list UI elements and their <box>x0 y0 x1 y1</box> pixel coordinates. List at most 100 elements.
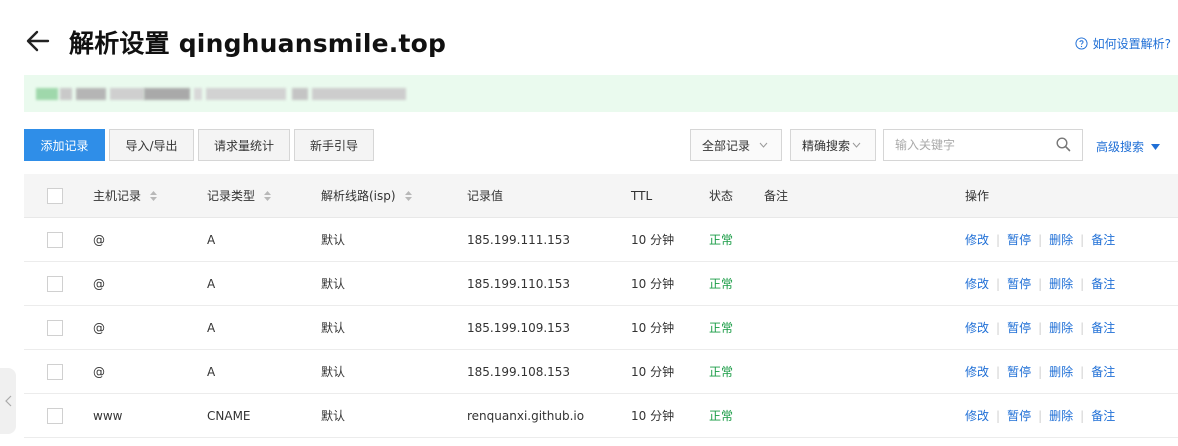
row-checkbox[interactable] <box>47 232 63 248</box>
cell-line: 默认 <box>321 365 346 379</box>
row-actions: 修改 | 暂停 | 删除 | 备注 <box>965 394 1115 437</box>
action-edit-link[interactable]: 修改 <box>965 231 989 248</box>
redacted-text <box>110 88 144 100</box>
cell-value: renquanxi.github.io <box>467 408 585 423</box>
table-row: @ A 默认 185.199.110.153 10 分钟 正常 修改 | 暂停 | 删除 | 备注 <box>24 262 1178 306</box>
cell-value: 185.199.109.153 <box>467 320 571 335</box>
cell-status: 正常 <box>709 409 734 423</box>
search-icon[interactable] <box>1056 137 1071 152</box>
action-pause-link[interactable]: 暂停 <box>1007 231 1031 248</box>
search-input[interactable] <box>883 129 1083 161</box>
record-filter-select[interactable]: 全部记录 <box>690 129 782 161</box>
action-separator: | <box>996 232 1001 247</box>
action-separator: | <box>1080 320 1085 335</box>
action-delete-link[interactable]: 删除 <box>1049 407 1073 424</box>
action-edit-link[interactable]: 修改 <box>965 407 989 424</box>
header-actions: 操作 <box>965 189 990 203</box>
select-all-checkbox[interactable] <box>47 188 63 204</box>
advanced-search-link[interactable]: 高级搜索 <box>1096 138 1161 155</box>
header-ttl: TTL <box>631 188 653 203</box>
action-remark-link[interactable]: 备注 <box>1091 319 1115 336</box>
cell-ttl: 10 分钟 <box>631 321 675 335</box>
table-row: www CNAME 默认 renquanxi.github.io 10 分钟 正常 修改 | 暂… <box>24 394 1178 438</box>
search-mode-value: 精确搜索 <box>802 138 851 153</box>
row-checkbox[interactable] <box>47 320 63 336</box>
record-filter-value: 全部记录 <box>702 138 751 153</box>
cell-status: 正常 <box>709 277 734 291</box>
notice-banner <box>24 75 1178 112</box>
action-delete-link[interactable]: 删除 <box>1049 275 1073 292</box>
cell-type: A <box>207 364 216 379</box>
beginner-guide-button[interactable]: 新手引导 <box>294 129 374 161</box>
question-circle-icon <box>1075 37 1088 50</box>
header-type[interactable]: 记录类型 <box>207 174 272 217</box>
sort-icon[interactable] <box>263 190 272 202</box>
action-remark-link[interactable]: 备注 <box>1091 363 1115 380</box>
back-arrow-icon[interactable] <box>24 27 52 55</box>
redacted-text <box>60 88 72 100</box>
cell-type: A <box>207 276 216 291</box>
cell-ttl: 10 分钟 <box>631 365 675 379</box>
chevron-left-icon <box>4 395 11 407</box>
action-pause-link[interactable]: 暂停 <box>1007 407 1031 424</box>
header-line-label: 解析线路(isp) <box>321 189 396 203</box>
import-export-button[interactable]: 导入/导出 <box>109 129 194 161</box>
action-edit-link[interactable]: 修改 <box>965 363 989 380</box>
cell-type: A <box>207 320 216 335</box>
cell-ttl: 10 分钟 <box>631 409 675 423</box>
action-remark-link[interactable]: 备注 <box>1091 231 1115 248</box>
cell-host: @ <box>93 276 105 291</box>
row-checkbox[interactable] <box>47 276 63 292</box>
dns-settings-page: 解析设置 qinghuansmile.top 如何设置解析? 添加记录 导入/导… <box>0 0 1178 446</box>
action-edit-link[interactable]: 修改 <box>965 275 989 292</box>
action-separator: | <box>1038 276 1043 291</box>
cell-status: 正常 <box>709 233 734 247</box>
redacted-text <box>76 88 106 100</box>
cell-host: @ <box>93 320 105 335</box>
action-delete-link[interactable]: 删除 <box>1049 319 1073 336</box>
cell-status: 正常 <box>709 365 734 379</box>
action-pause-link[interactable]: 暂停 <box>1007 319 1031 336</box>
table-header: 主机记录 记录类型 解析线路(isp) 记录值 TTL 状态 备注 操作 <box>24 174 1178 218</box>
row-checkbox[interactable] <box>47 364 63 380</box>
header-host[interactable]: 主机记录 <box>93 174 158 217</box>
action-separator: | <box>996 364 1001 379</box>
action-remark-link[interactable]: 备注 <box>1091 275 1115 292</box>
sidebar-collapse-tab[interactable] <box>0 368 16 434</box>
redacted-text <box>206 88 286 100</box>
action-remark-link[interactable]: 备注 <box>1091 407 1115 424</box>
action-separator: | <box>1080 408 1085 423</box>
add-record-button[interactable]: 添加记录 <box>24 129 105 161</box>
header-status: 状态 <box>709 189 734 203</box>
cell-ttl: 10 分钟 <box>631 277 675 291</box>
table-row: @ A 默认 185.199.109.153 10 分钟 正常 修改 | 暂停 | 删除 | 备注 <box>24 306 1178 350</box>
header-remark: 备注 <box>764 189 789 203</box>
cell-host: @ <box>93 232 105 247</box>
cell-host: www <box>93 408 123 423</box>
action-separator: | <box>1080 364 1085 379</box>
row-actions: 修改 | 暂停 | 删除 | 备注 <box>965 218 1115 261</box>
help-link[interactable]: 如何设置解析? <box>1075 35 1171 52</box>
action-delete-link[interactable]: 删除 <box>1049 363 1073 380</box>
header-line[interactable]: 解析线路(isp) <box>321 174 413 217</box>
sort-icon[interactable] <box>404 190 413 202</box>
sort-icon[interactable] <box>149 190 158 202</box>
header-value: 记录值 <box>467 189 504 203</box>
action-delete-link[interactable]: 删除 <box>1049 231 1073 248</box>
search-mode-select[interactable]: 精确搜索 <box>790 129 876 161</box>
action-pause-link[interactable]: 暂停 <box>1007 363 1031 380</box>
action-separator: | <box>1038 408 1043 423</box>
action-separator: | <box>996 276 1001 291</box>
action-separator: | <box>996 320 1001 335</box>
help-link-label: 如何设置解析? <box>1092 37 1171 51</box>
redacted-text <box>144 88 190 100</box>
action-separator: | <box>1038 232 1043 247</box>
row-checkbox[interactable] <box>47 408 63 424</box>
chevron-down-icon <box>852 142 861 148</box>
request-stats-button[interactable]: 请求量统计 <box>198 129 290 161</box>
action-edit-link[interactable]: 修改 <box>965 319 989 336</box>
cell-host: @ <box>93 364 105 379</box>
caret-down-icon <box>1151 143 1161 150</box>
page-title: 解析设置 qinghuansmile.top <box>69 29 447 58</box>
action-pause-link[interactable]: 暂停 <box>1007 275 1031 292</box>
